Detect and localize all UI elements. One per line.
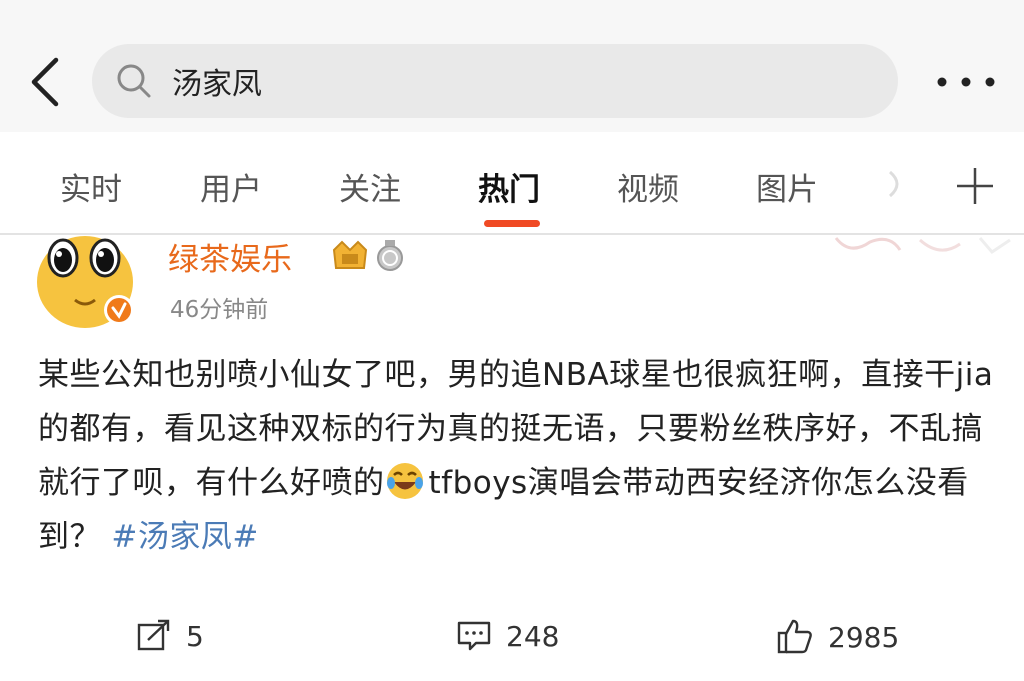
comment-button[interactable]: 248 — [456, 618, 559, 654]
repost-icon — [137, 619, 170, 651]
card-decoration — [834, 237, 1011, 254]
comment-icon — [457, 621, 491, 651]
comment-count: 248 — [506, 619, 560, 653]
like-icon — [777, 619, 812, 654]
active-tab-indicator — [484, 220, 540, 227]
search-input[interactable] — [172, 63, 852, 99]
laughing-emoji-icon — [386, 463, 423, 499]
tab-video[interactable]: 视频 — [617, 164, 679, 209]
more-icon[interactable] — [934, 72, 998, 92]
search-bar[interactable] — [92, 44, 898, 118]
repost-count: 5 — [186, 619, 204, 653]
tab-hot[interactable]: 热门 — [478, 164, 540, 209]
tab-realtime[interactable]: 实时 — [60, 164, 122, 209]
post-username[interactable]: 绿茶娱乐 — [168, 234, 292, 279]
top-bar — [0, 0, 1024, 132]
post-text: 某些公知也别喷小仙女了吧，男的追NBA球星也很疯狂啊，直接干jia的都有，看见这… — [38, 348, 998, 564]
back-arrow-icon[interactable] — [26, 56, 66, 108]
verified-icon — [104, 295, 134, 325]
post-actions: 5 248 2985 — [0, 612, 1024, 662]
search-icon — [117, 64, 151, 98]
repost-button[interactable]: 5 — [136, 618, 204, 654]
tab-following[interactable]: 关注 — [339, 164, 401, 209]
tab-users[interactable]: 用户 — [200, 164, 262, 209]
plus-icon[interactable] — [953, 164, 997, 208]
overflow-tab-fade — [888, 170, 899, 198]
post-time: 46分钟前 — [170, 297, 269, 323]
like-button[interactable]: 2985 — [776, 618, 899, 656]
avatar[interactable] — [35, 236, 137, 328]
tab-bar: 实时 用户 关注 热门 视频 图片 — [0, 134, 1024, 234]
hashtag-link[interactable]: #汤家凤# — [111, 519, 258, 555]
like-count: 2985 — [828, 620, 900, 654]
tab-images[interactable]: 图片 — [756, 164, 818, 209]
vip-icon — [332, 240, 368, 269]
medal-icon — [377, 240, 403, 271]
